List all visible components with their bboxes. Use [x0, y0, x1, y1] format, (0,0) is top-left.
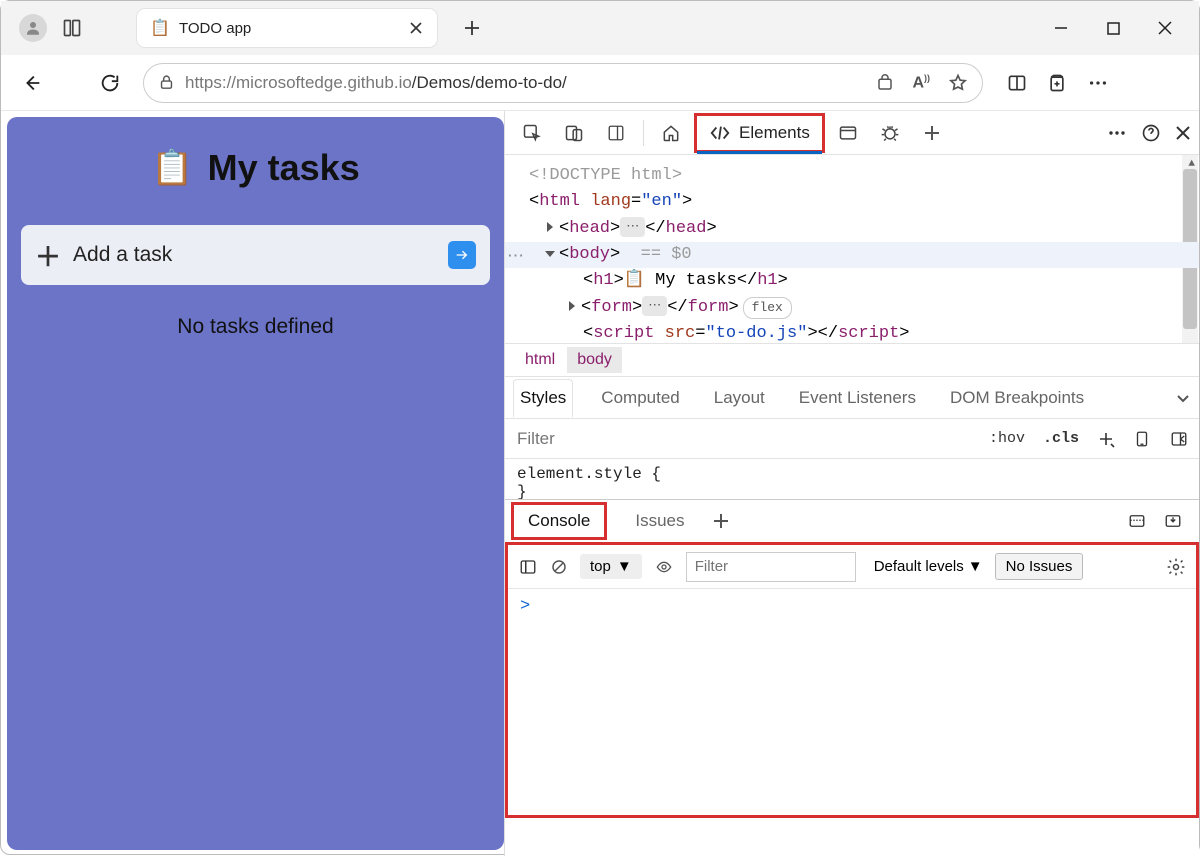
refresh-button[interactable] [89, 62, 131, 104]
collections-icon[interactable] [1047, 73, 1067, 93]
workspaces-icon[interactable] [55, 11, 89, 45]
detach-drawer-icon[interactable] [1127, 512, 1147, 530]
add-tab-icon[interactable] [913, 115, 951, 151]
url-text: https://microsoftedge.github.io/Demos/de… [185, 73, 567, 93]
devtools-tabbar: Elements [505, 111, 1199, 155]
subtab-dom-breakpoints[interactable]: DOM Breakpoints [944, 380, 1090, 416]
drawer-tab-issues[interactable]: Issues [621, 505, 698, 537]
profile-avatar[interactable] [19, 14, 47, 42]
devtools-panel: Elements ▲ <!DOCTYPE html> <html lang="e… [504, 111, 1199, 856]
dock-drawer-icon[interactable] [1163, 512, 1183, 530]
tab-close-icon[interactable] [407, 19, 425, 37]
site-lock-icon[interactable] [158, 74, 175, 91]
new-rule-icon[interactable] [1097, 430, 1115, 448]
inspect-element-icon[interactable] [513, 115, 551, 151]
chevron-down-icon[interactable] [1175, 390, 1191, 406]
welcome-home-icon[interactable] [652, 115, 690, 151]
read-aloud-icon[interactable]: A)) [912, 73, 930, 92]
console-filter-input[interactable] [686, 552, 856, 582]
devtools-drawer: Console Issues top▼ Default levels ▼ No … [505, 499, 1199, 818]
styles-filter-input[interactable] [505, 429, 979, 449]
dom-tree[interactable]: ▲ <!DOCTYPE html> <html lang="en"> <head… [505, 155, 1199, 343]
add-task-placeholder: Add a task [73, 243, 436, 267]
clear-console-icon[interactable] [550, 558, 568, 576]
window-minimize-button[interactable] [1051, 18, 1071, 38]
console-settings-gear-icon[interactable] [1166, 557, 1186, 577]
page-heading-text: My tasks [208, 147, 360, 189]
bug-icon[interactable] [871, 115, 909, 151]
device-mode-icon[interactable] [1133, 430, 1151, 448]
window-titlebar: 📋 TODO app [1, 1, 1199, 55]
back-button[interactable] [11, 62, 53, 104]
shopping-icon[interactable] [876, 74, 894, 92]
tab-elements[interactable]: Elements [694, 113, 825, 153]
hov-toggle[interactable]: :hov [989, 430, 1025, 447]
drawer-add-tab-icon[interactable] [713, 513, 729, 529]
application-icon[interactable] [829, 115, 867, 151]
styles-tabbar: Styles Computed Layout Event Listeners D… [505, 377, 1199, 419]
favorite-star-icon[interactable] [948, 73, 968, 93]
devtools-more-icon[interactable] [1107, 123, 1127, 143]
live-expression-icon[interactable] [654, 559, 674, 575]
computed-panel-icon[interactable] [1169, 430, 1189, 448]
breadcrumb-body[interactable]: body [567, 347, 622, 373]
page-heading: 📋 My tasks [21, 147, 490, 189]
browser-toolbar: https://microsoftedge.github.io/Demos/de… [1, 55, 1199, 111]
context-selector[interactable]: top▼ [580, 554, 642, 579]
styles-filter-row: :hov .cls [505, 419, 1199, 459]
no-issues-badge[interactable]: No Issues [995, 553, 1084, 580]
dom-breadcrumb[interactable]: html body [505, 343, 1199, 377]
browser-tab[interactable]: 📋 TODO app [137, 9, 437, 47]
empty-state-text: No tasks defined [21, 315, 490, 339]
devtools-close-icon[interactable] [1175, 125, 1191, 141]
breadcrumb-html[interactable]: html [515, 347, 565, 373]
subtab-styles[interactable]: Styles [513, 379, 573, 418]
submit-task-button[interactable] [448, 241, 476, 269]
devtools-help-icon[interactable] [1141, 123, 1161, 143]
tab-elements-label: Elements [739, 123, 810, 143]
subtab-layout[interactable]: Layout [708, 380, 771, 416]
subtab-event-listeners[interactable]: Event Listeners [793, 380, 922, 416]
drawer-tab-console[interactable]: Console [511, 502, 607, 540]
window-close-button[interactable] [1155, 18, 1175, 38]
device-emulation-icon[interactable] [555, 115, 593, 151]
more-menu-icon[interactable] [1087, 72, 1109, 94]
plus-icon: ＋ [35, 237, 61, 274]
tab-title: TODO app [179, 20, 397, 37]
element-style-block[interactable]: element.style { } [505, 459, 1199, 499]
tab-favicon-clipboard-icon: 📋 [151, 19, 169, 37]
panel-layout-icon[interactable] [597, 115, 635, 151]
new-tab-button[interactable] [455, 11, 489, 45]
console-prompt[interactable]: > [508, 589, 1196, 624]
add-task-input[interactable]: ＋ Add a task [21, 225, 490, 285]
split-screen-icon[interactable] [1007, 73, 1027, 93]
window-maximize-button[interactable] [1103, 18, 1123, 38]
address-bar[interactable]: https://microsoftedge.github.io/Demos/de… [143, 63, 983, 103]
subtab-computed[interactable]: Computed [595, 380, 685, 416]
clipboard-icon: 📋 [151, 148, 193, 188]
cls-toggle[interactable]: .cls [1043, 430, 1079, 447]
log-levels-selector[interactable]: Default levels ▼ [874, 558, 983, 575]
sidebar-toggle-icon[interactable] [518, 558, 538, 576]
rendered-page: 📋 My tasks ＋ Add a task No tasks defined [7, 117, 504, 850]
console-panel: top▼ Default levels ▼ No Issues > [505, 542, 1199, 818]
